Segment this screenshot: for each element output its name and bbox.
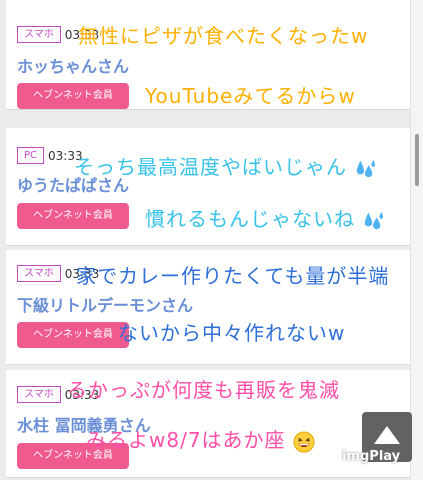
caption-text: みるよw8/7はあか座 xyxy=(86,428,286,452)
caption-line: YouTubeみてるからw xyxy=(145,84,356,108)
watermark: imgPlay xyxy=(342,449,401,464)
scroll-thumb[interactable] xyxy=(415,134,419,186)
caption-text: そっち最高温度やばいじゃん xyxy=(74,155,347,179)
caption-line: 無性にピザが食べたくなったw xyxy=(78,24,369,48)
caption-text: 慣れるもんじゃないね xyxy=(145,207,355,231)
caption-line: 慣れるもんじゃないね xyxy=(145,203,384,232)
member-badge: ヘブンネット会員 xyxy=(17,83,129,109)
username[interactable]: 下級リトルデーモンさん xyxy=(17,292,193,316)
sweat-droplets-icon xyxy=(365,211,384,229)
scrollbar[interactable] xyxy=(410,0,423,480)
device-tag: スマホ xyxy=(17,386,61,403)
username[interactable]: ホッちゃんさん xyxy=(17,53,129,77)
comment-list: スマホ 03:33 ホッちゃんさん ヘブンネット会員 PC 03:33 ゆうたぱ… xyxy=(6,0,410,480)
member-badge: ヘブンネット会員 xyxy=(17,203,129,229)
caption-line: みるよw8/7はあか座 xyxy=(86,424,315,453)
device-tag: スマホ xyxy=(17,265,61,282)
device-tag: スマホ xyxy=(17,26,61,43)
comment-meta: PC 03:33 xyxy=(17,147,83,164)
caption-line: そっち最高温度やばいじゃん xyxy=(74,151,376,180)
member-badge: ヘブンネット会員 xyxy=(17,322,129,348)
caption-line: るかっぷが何度も再販を鬼滅 xyxy=(67,378,340,402)
chevron-up-icon xyxy=(374,426,400,444)
caption-line: 家でカレー作りたくても量が半端 xyxy=(76,264,390,288)
device-tag: PC xyxy=(17,147,45,164)
caption-line: ないから中々作れないw xyxy=(118,321,346,345)
sweat-droplets-icon xyxy=(357,159,376,177)
grinning-squinting-face-icon xyxy=(293,430,315,453)
